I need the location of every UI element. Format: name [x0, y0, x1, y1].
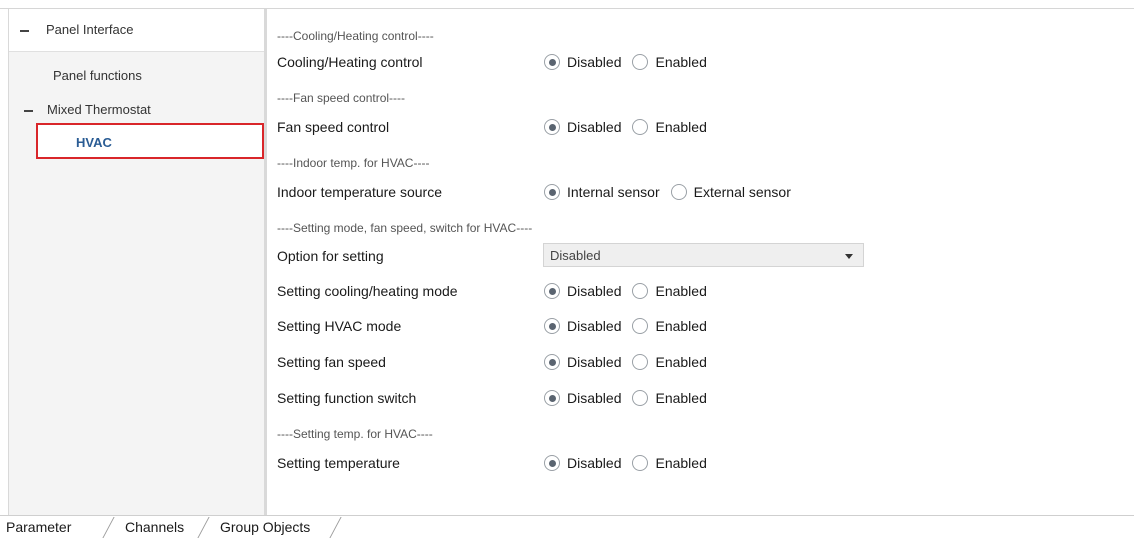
- radio-enabled[interactable]: [632, 354, 649, 370]
- param-label-cooling-heating-control: Cooling/Heating control: [277, 54, 423, 70]
- radio-enabled[interactable]: [632, 283, 649, 299]
- radio-group-setting-temperature: Disabled Enabled: [544, 453, 718, 473]
- tab-channels[interactable]: Channels: [125, 519, 184, 535]
- radio-enabled[interactable]: [632, 119, 649, 135]
- tree-item-panel-interface[interactable]: Panel Interface: [9, 9, 265, 52]
- radio-disabled[interactable]: [544, 354, 560, 370]
- tab-parameter[interactable]: Parameter: [6, 519, 71, 535]
- radio-external-sensor[interactable]: [670, 184, 687, 200]
- radio-group-setting-function-switch: Disabled Enabled: [544, 388, 718, 408]
- section-header-fan-speed: ----Fan speed control----: [277, 91, 406, 105]
- parameter-panel: ----Cooling/Heating control---- Cooling/…: [267, 9, 1134, 515]
- radio-label-disabled[interactable]: Disabled: [567, 390, 621, 406]
- radio-group-indoor-temperature-source: Internal sensor External sensor: [544, 182, 802, 202]
- param-label-setting-function-switch: Setting function switch: [277, 390, 417, 406]
- tab-group-objects[interactable]: Group Objects: [220, 519, 310, 535]
- radio-label-internal-sensor[interactable]: Internal sensor: [567, 184, 660, 200]
- radio-label-disabled[interactable]: Disabled: [567, 283, 621, 299]
- collapse-icon[interactable]: [24, 110, 33, 112]
- tree-item-panel-functions[interactable]: Panel functions: [9, 65, 265, 87]
- radio-disabled[interactable]: [544, 390, 560, 406]
- param-label-setting-temperature: Setting temperature: [277, 455, 400, 471]
- radio-label-enabled[interactable]: Enabled: [655, 283, 706, 299]
- radio-enabled[interactable]: [632, 390, 649, 406]
- tree-item-mixed-thermostat[interactable]: Mixed Thermostat: [9, 99, 265, 121]
- radio-label-disabled[interactable]: Disabled: [567, 119, 621, 135]
- radio-label-enabled[interactable]: Enabled: [655, 54, 706, 70]
- radio-disabled[interactable]: [544, 119, 560, 135]
- radio-group-fan-speed-control: Disabled Enabled: [544, 117, 718, 137]
- radio-label-disabled[interactable]: Disabled: [567, 354, 621, 370]
- radio-label-enabled[interactable]: Enabled: [655, 390, 706, 406]
- radio-disabled[interactable]: [544, 54, 560, 70]
- tree-item-hvac[interactable]: HVAC: [36, 123, 264, 159]
- radio-disabled[interactable]: [544, 455, 560, 471]
- param-label-setting-cooling-heating-mode: Setting cooling/heating mode: [277, 283, 458, 299]
- radio-label-enabled[interactable]: Enabled: [655, 354, 706, 370]
- radio-disabled[interactable]: [544, 283, 560, 299]
- param-label-option-for-setting: Option for setting: [277, 248, 384, 264]
- param-label-fan-speed-control: Fan speed control: [277, 119, 390, 135]
- radio-enabled[interactable]: [632, 455, 649, 471]
- tree-item-label: Panel Interface: [46, 22, 134, 37]
- radio-enabled[interactable]: [632, 318, 649, 334]
- param-label-indoor-temperature-source: Indoor temperature source: [277, 184, 442, 200]
- param-label-setting-fan-speed: Setting fan speed: [277, 354, 386, 370]
- section-header-cooling-heating: ----Cooling/Heating control----: [277, 29, 434, 43]
- radio-label-enabled[interactable]: Enabled: [655, 119, 706, 135]
- radio-label-disabled[interactable]: Disabled: [567, 455, 621, 471]
- section-header-setting-temp: ----Setting temp. for HVAC----: [277, 427, 433, 441]
- collapse-icon[interactable]: [20, 30, 29, 32]
- bottom-tab-bar: Parameter Channels Group Objects: [0, 515, 1134, 538]
- section-header-setting-mode: ----Setting mode, fan speed, switch for …: [277, 221, 533, 235]
- tree-item-label: Mixed Thermostat: [47, 102, 151, 117]
- radio-label-disabled[interactable]: Disabled: [567, 318, 621, 334]
- radio-group-setting-cooling-heating-mode: Disabled Enabled: [544, 281, 718, 301]
- tree-item-label: Panel functions: [53, 68, 142, 83]
- radio-internal-sensor[interactable]: [544, 184, 560, 200]
- param-label-setting-hvac-mode: Setting HVAC mode: [277, 318, 402, 334]
- dropdown-value: Disabled: [550, 248, 601, 263]
- radio-group-setting-fan-speed: Disabled Enabled: [544, 352, 718, 372]
- navigation-tree: Panel Interface Panel functions Mixed Th…: [8, 9, 265, 515]
- radio-label-external-sensor[interactable]: External sensor: [694, 184, 791, 200]
- radio-disabled[interactable]: [544, 318, 560, 334]
- radio-label-enabled[interactable]: Enabled: [655, 318, 706, 334]
- option-for-setting-dropdown[interactable]: Disabled: [543, 243, 864, 267]
- radio-label-disabled[interactable]: Disabled: [567, 54, 621, 70]
- tree-item-label: HVAC: [76, 135, 112, 150]
- radio-group-cooling-heating-control: Disabled Enabled: [544, 52, 718, 72]
- parameter-window: Panel Interface Panel functions Mixed Th…: [0, 0, 1134, 538]
- section-header-indoor-temp: ----Indoor temp. for HVAC----: [277, 156, 430, 170]
- radio-enabled[interactable]: [632, 54, 649, 70]
- radio-label-enabled[interactable]: Enabled: [655, 455, 706, 471]
- chevron-down-icon[interactable]: [845, 254, 853, 259]
- radio-group-setting-hvac-mode: Disabled Enabled: [544, 316, 718, 336]
